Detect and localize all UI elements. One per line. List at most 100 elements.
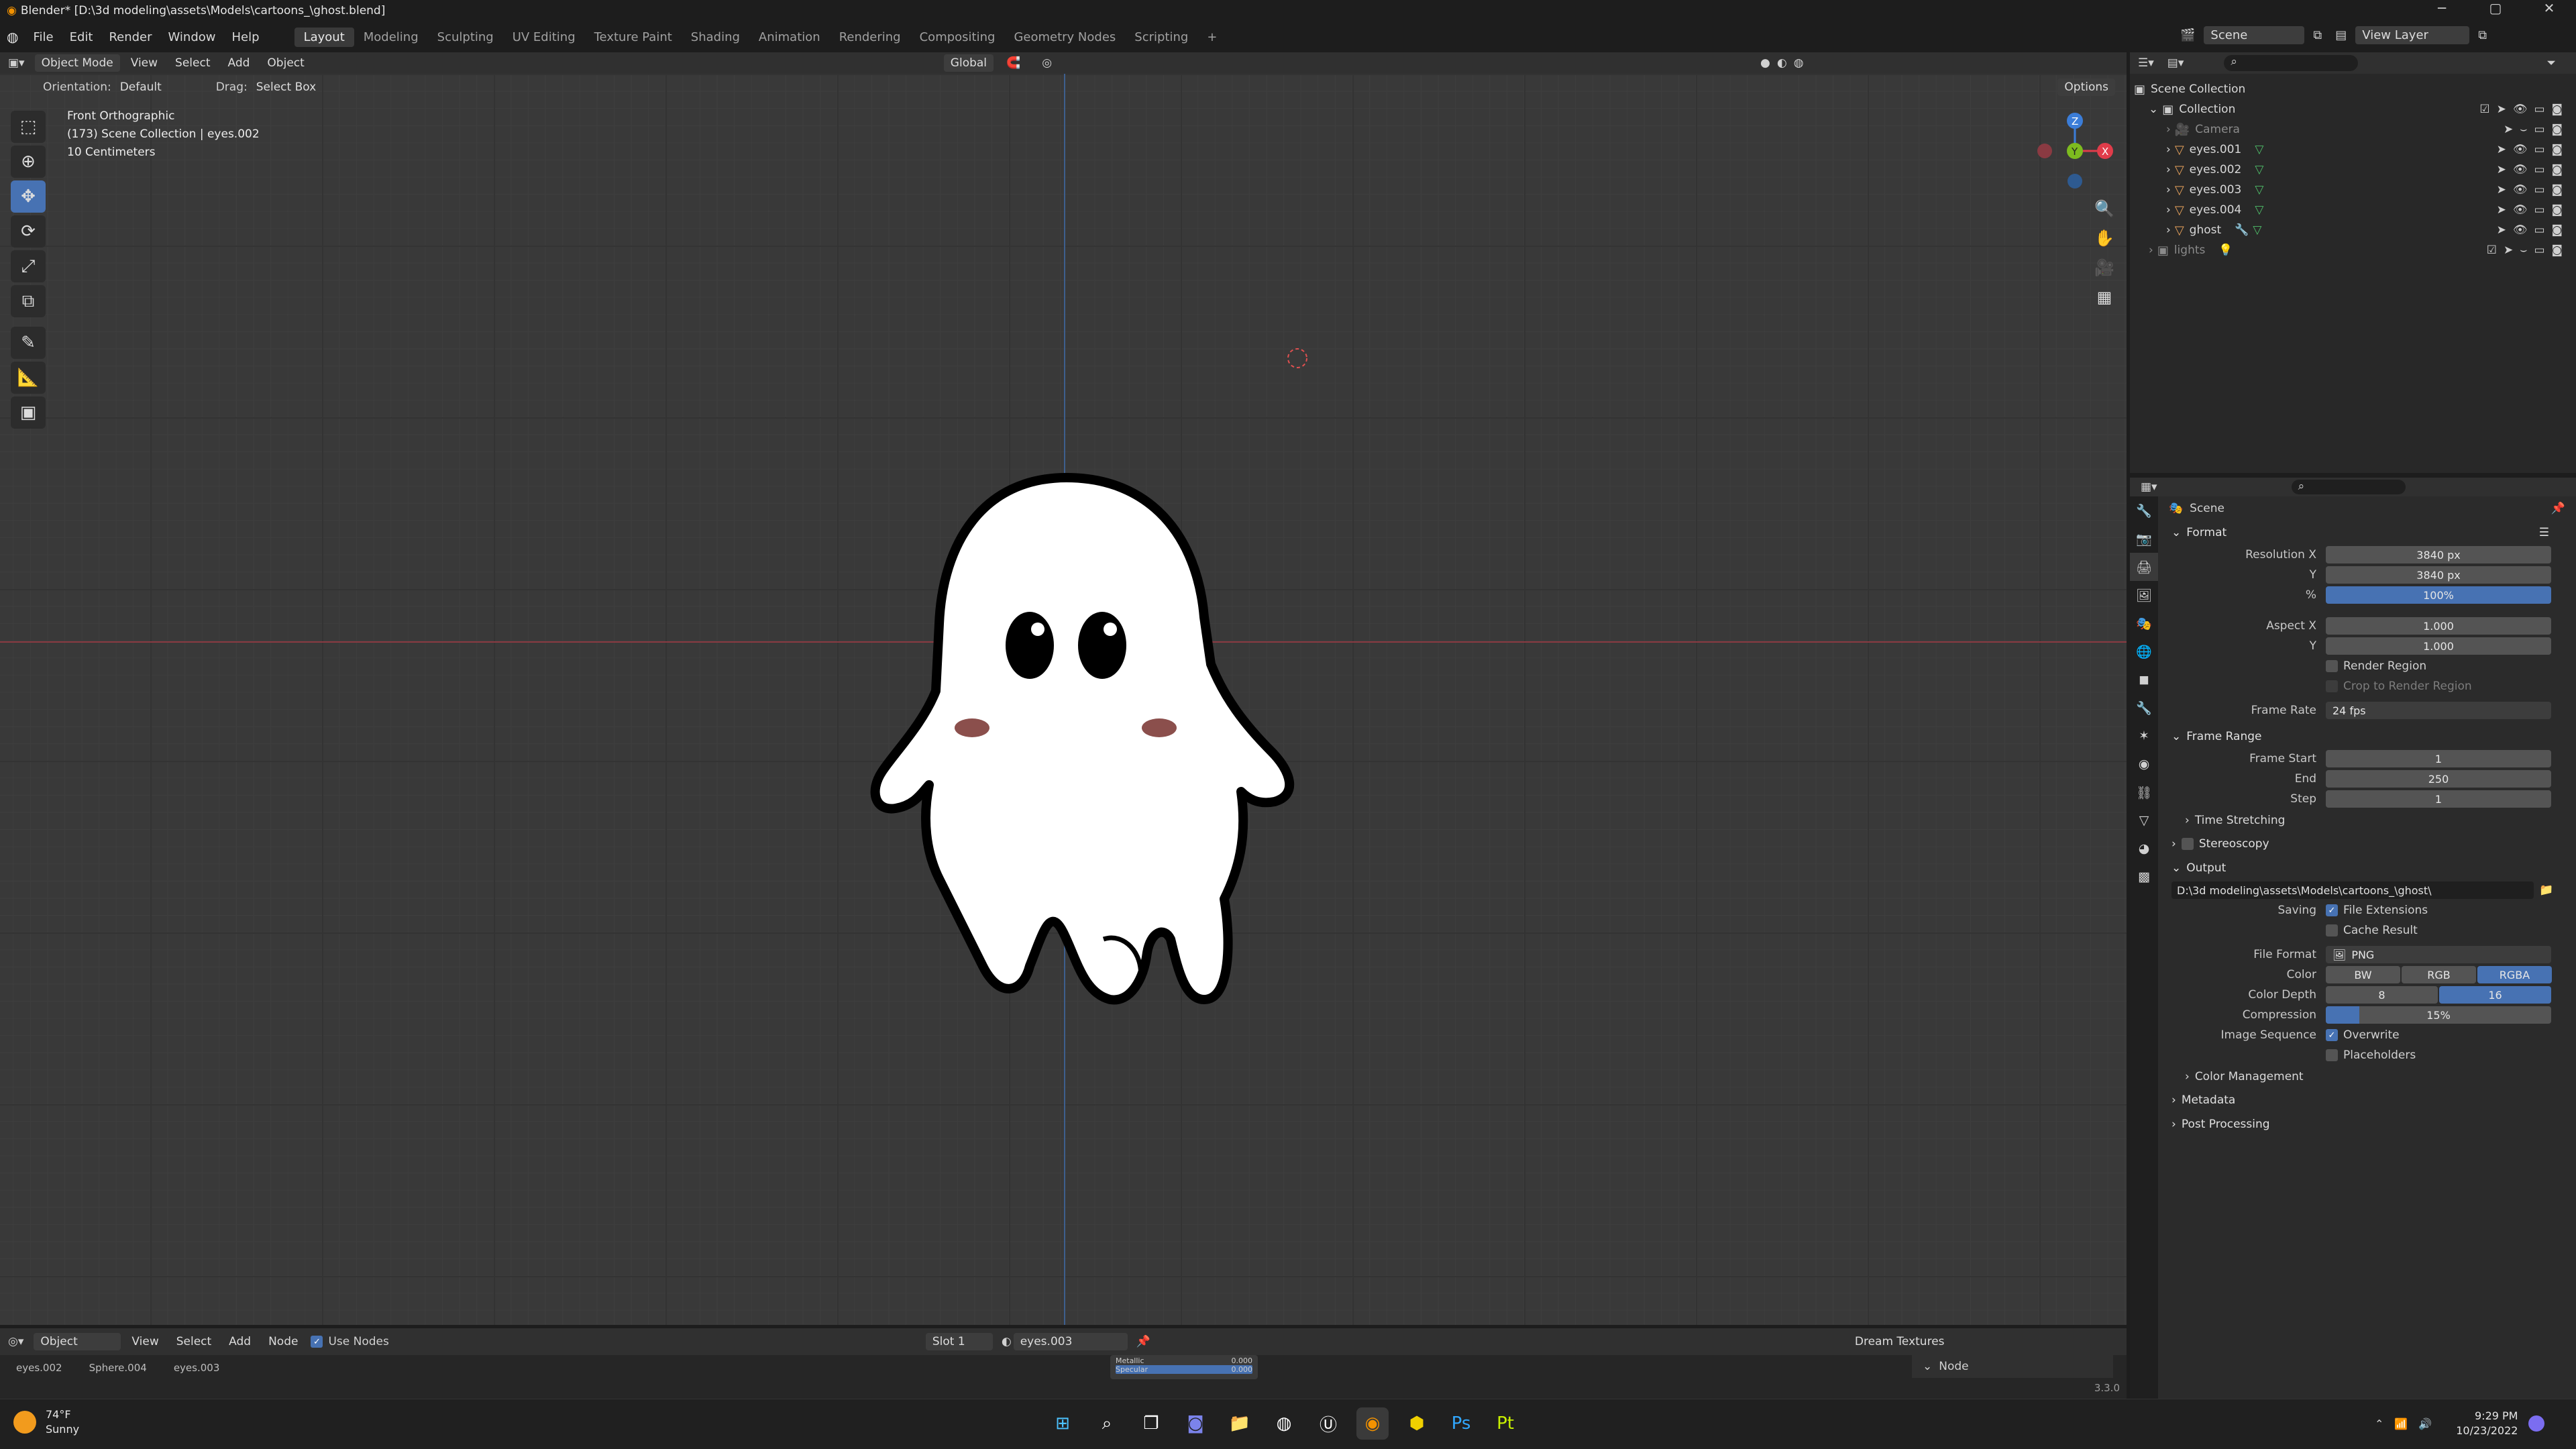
outliner-row-toggles[interactable]: ➤ 👁 ▭ ◙ — [2497, 143, 2563, 156]
node-editor-area[interactable]: eyes.002 Sphere.004 eyes.003 Metallic 0.0… — [0, 1355, 2127, 1399]
node-menu-select[interactable]: Select — [170, 1333, 218, 1350]
tab-modeling[interactable]: Modeling — [354, 28, 428, 47]
frame-end-field[interactable]: 250 — [2326, 770, 2551, 788]
viewport-shading-solid-icon[interactable]: ● — [1760, 56, 1770, 70]
blender-menu-icon[interactable]: ◍ — [0, 29, 25, 45]
particles-tab-icon[interactable]: ✶ — [2130, 722, 2158, 750]
render-region-row[interactable]: Render Region — [2158, 656, 2576, 676]
file-explorer-icon[interactable]: 📁 — [1224, 1407, 1256, 1440]
blender-taskbar-icon[interactable]: ◉ — [1356, 1407, 1389, 1440]
resolution-percent-field[interactable]: 100% — [2326, 586, 2551, 604]
data-tab-icon[interactable]: ▽ — [2130, 806, 2158, 835]
use-nodes-checkbox[interactable]: ✓ Use Nodes — [311, 1335, 389, 1348]
grid-toggle-icon[interactable]: ▦ — [2090, 283, 2118, 311]
add-cube-icon[interactable]: ▣ — [11, 396, 46, 429]
material-tab-icon[interactable]: ◕ — [2130, 835, 2158, 863]
add-workspace-button[interactable]: + — [1197, 28, 1226, 47]
world-tab-icon[interactable]: 🌐 — [2130, 637, 2158, 665]
navigation-gizmo[interactable]: Z X Y — [2026, 107, 2120, 201]
menu-help[interactable]: Help — [224, 30, 268, 44]
outliner-row-toggles[interactable]: ➤ 👁 ▭ ◙ — [2497, 183, 2563, 197]
mode-selector[interactable]: Object Mode — [34, 54, 120, 72]
resolution-x-field[interactable]: 3840 px — [2326, 546, 2551, 564]
output-path-field[interactable]: D:\3d modeling\assets\Models\cartoons_\g… — [2171, 881, 2534, 899]
frame-range-panel-header[interactable]: ⌄ Frame Range — [2158, 724, 2576, 749]
color-depth-16-button[interactable]: 16 — [2439, 986, 2551, 1004]
dream-textures-button[interactable]: Dream Textures — [1848, 1333, 1951, 1350]
metadata-panel-header[interactable]: › Metadata — [2158, 1088, 2576, 1112]
texture-tab-icon[interactable]: ▩ — [2130, 863, 2158, 891]
stereoscopy-panel-header[interactable]: › Stereoscopy — [2158, 832, 2576, 856]
menu-edit[interactable]: Edit — [62, 30, 101, 44]
folder-browse-icon[interactable]: 📁 — [2539, 883, 2553, 897]
outliner-row-toggles[interactable]: ☑ ➤ ⌣ ▭ ◙ — [2487, 244, 2563, 257]
properties-search-input[interactable]: ⌕ — [2291, 480, 2406, 494]
tray-overflow-icon[interactable]: ⌃ — [2375, 1417, 2383, 1430]
weather-widget[interactable]: 74°F Sunny — [13, 1407, 79, 1437]
new-scene-icon[interactable]: ⧉ — [2313, 28, 2322, 42]
menu-view[interactable]: View — [124, 54, 164, 72]
outliner-row-toggles[interactable]: ☑ ➤ 👁 ▭ ◙ — [2479, 103, 2563, 116]
frame-start-field[interactable]: 1 — [2326, 750, 2551, 767]
expand-collection-icon[interactable]: ⌄ — [2149, 103, 2158, 116]
outliner-row-toggles[interactable]: ➤ 👁 ▭ ◙ — [2497, 203, 2563, 217]
cursor-icon[interactable]: ⊕ — [11, 146, 46, 178]
frame-step-field[interactable]: 1 — [2326, 790, 2551, 808]
editor-type-icon[interactable]: ▣▾ — [0, 56, 33, 70]
options-button[interactable]: Options — [2057, 78, 2115, 96]
volume-icon[interactable]: 🔊 — [2418, 1417, 2432, 1430]
compression-slider[interactable]: 15% — [2326, 1006, 2551, 1024]
aspect-x-field[interactable]: 1.000 — [2326, 617, 2551, 635]
node-editor-type-icon[interactable]: ◎▾ — [0, 1335, 32, 1348]
menu-add[interactable]: Add — [221, 54, 257, 72]
color-bw-button[interactable]: BW — [2326, 966, 2400, 983]
menu-object[interactable]: Object — [260, 54, 311, 72]
render-tab-icon[interactable]: 📷 — [2130, 525, 2158, 553]
overwrite-checkbox[interactable]: ✓ Overwrite — [2326, 1028, 2400, 1042]
annotate-icon[interactable]: ✎ — [11, 327, 46, 359]
color-management-subpanel[interactable]: › Color Management — [2158, 1065, 2576, 1088]
zoom-icon[interactable]: 🔍 — [2090, 195, 2118, 223]
aspect-y-field[interactable]: 1.000 — [2326, 637, 2551, 655]
slot-selector[interactable]: Slot 1 — [925, 1333, 993, 1350]
scale-icon[interactable]: ⤢ — [11, 250, 46, 282]
outliner-row-toggles[interactable]: ➤ 👁 ▭ ◙ — [2497, 223, 2563, 237]
pin-icon[interactable]: 📌 — [1136, 1335, 1150, 1348]
photoshop-icon[interactable]: Ps — [1445, 1407, 1477, 1440]
tool-settings-tab-icon[interactable]: 🔧 — [2130, 496, 2158, 525]
output-panel-header[interactable]: ⌄ Output — [2158, 856, 2576, 880]
menu-file[interactable]: File — [25, 30, 61, 44]
close-button[interactable]: ✕ — [2522, 0, 2576, 16]
pin-context-icon[interactable]: 📌 — [2551, 502, 2565, 515]
tab-animation[interactable]: Animation — [749, 28, 830, 47]
breadcrumb-eyes-003[interactable]: eyes.003 — [174, 1362, 220, 1374]
presets-icon[interactable]: ☰ — [2539, 526, 2549, 539]
post-processing-panel-header[interactable]: › Post Processing — [2158, 1112, 2576, 1136]
pan-hand-icon[interactable]: ✋ — [2090, 224, 2118, 252]
cache-result-row[interactable]: Cache Result — [2158, 920, 2576, 941]
3d-viewport[interactable]: Front Orthographic (173) Scene Collectio… — [0, 74, 2127, 1325]
transform-icon[interactable]: ⧉ — [11, 285, 46, 317]
outliner-row-toggles[interactable]: ➤ 👁 ▭ ◙ — [2497, 163, 2563, 176]
drag-selector[interactable]: Select Box — [250, 78, 323, 96]
windows-start-icon[interactable]: ⊞ — [1046, 1407, 1079, 1440]
outliner-row-lights[interactable]: › ▣ lights 💡 ☑ ➤ ⌣ ▭ ◙ — [2134, 240, 2576, 260]
outliner-filter-icon[interactable]: ⏷ — [2546, 56, 2556, 70]
outliner-row-eyes-004[interactable]: › ▽ eyes.004 ▽ ➤ 👁 ▭ ◙ — [2134, 200, 2576, 220]
node-sidebar-panel[interactable]: ⌄ Node — [1912, 1355, 2113, 1378]
node-menu-view[interactable]: View — [125, 1333, 165, 1350]
view-layer-tab-icon[interactable]: 🖼 — [2130, 581, 2158, 609]
outliner-row-toggles[interactable]: ➤ ⌣ ▭ ◙ — [2504, 123, 2563, 136]
placeholders-row[interactable]: Placeholders — [2158, 1045, 2576, 1065]
file-extensions-checkbox[interactable]: ✓ File Extensions — [2326, 904, 2428, 917]
task-view-icon[interactable]: ❐ — [1135, 1407, 1167, 1440]
outliner-row-eyes-001[interactable]: › ▽ eyes.001 ▽ ➤ 👁 ▭ ◙ — [2134, 140, 2576, 160]
mini-node[interactable]: Metallic 0.000 Specular 0.000 — [1110, 1355, 1258, 1379]
measure-icon[interactable]: 📐 — [11, 362, 46, 394]
tab-scripting[interactable]: Scripting — [1125, 28, 1197, 47]
camera-view-icon[interactable]: 🎥 — [2090, 254, 2118, 282]
menu-window[interactable]: Window — [160, 30, 224, 44]
search-icon[interactable]: ⌕ — [1091, 1407, 1123, 1440]
outliner-search-input[interactable]: ⌕ — [2224, 55, 2359, 71]
gizmo-neg-x-axis[interactable] — [2037, 144, 2052, 158]
